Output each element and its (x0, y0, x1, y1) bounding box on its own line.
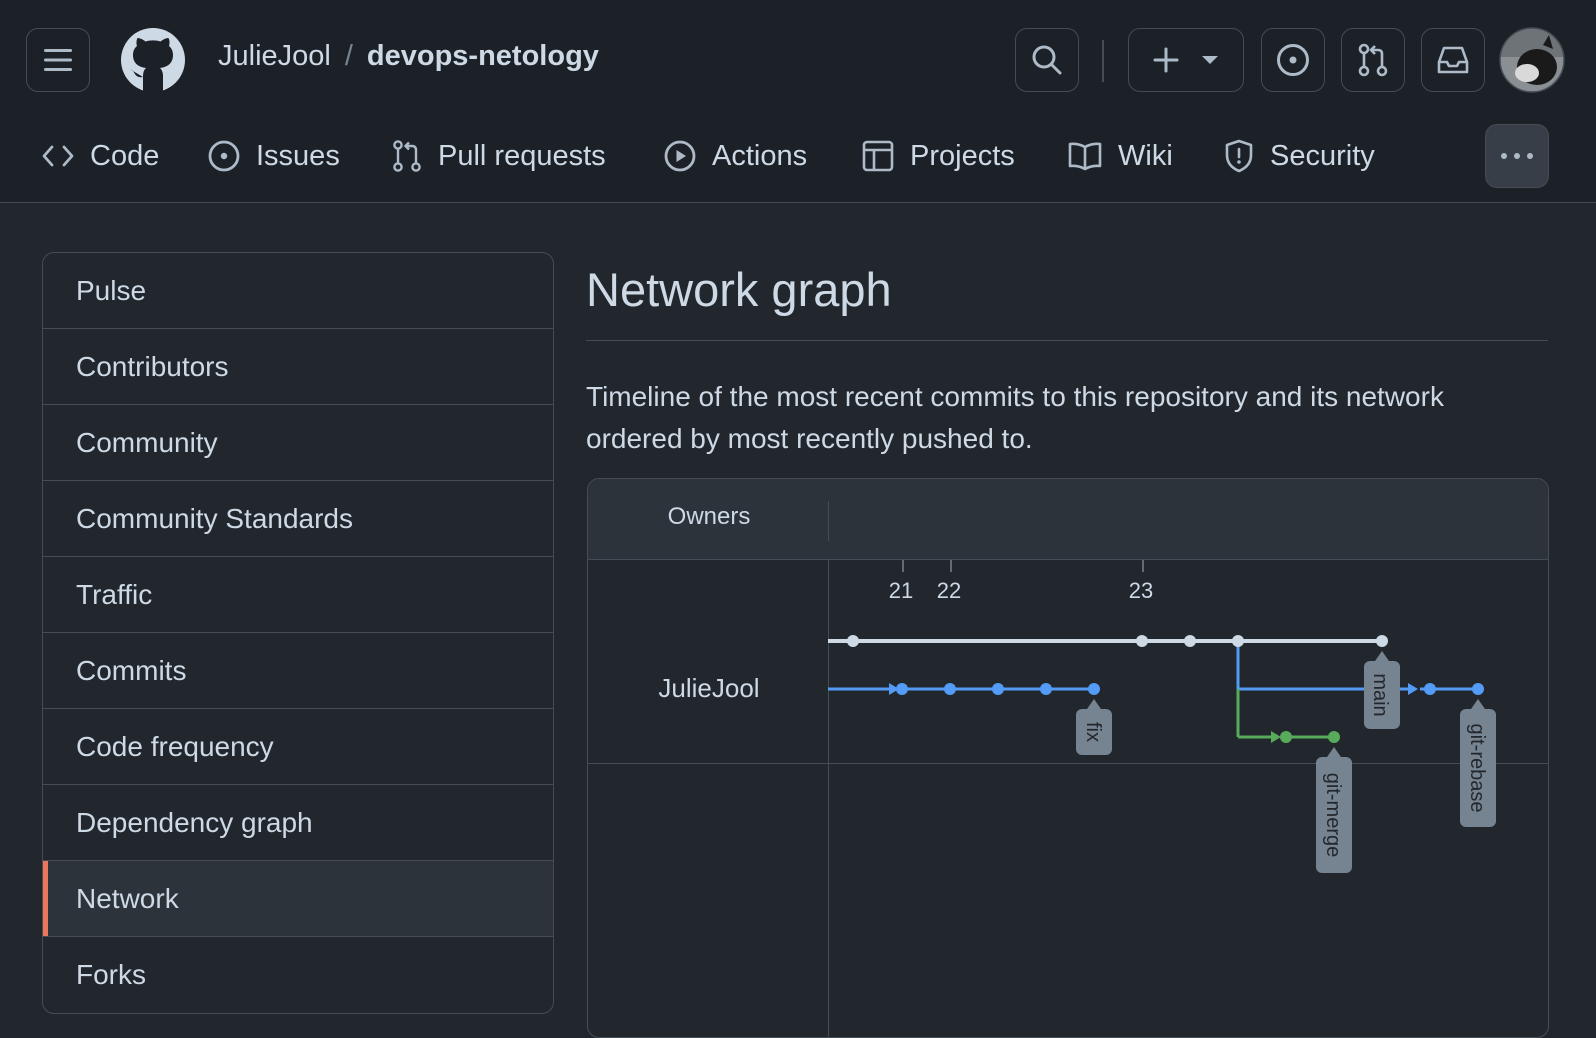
sidebar-item-community[interactable]: Community (43, 405, 553, 481)
date-label: 22 (937, 578, 961, 603)
code-icon (42, 145, 74, 167)
commit-dot[interactable] (1040, 683, 1052, 695)
branch-label-main-text: main (1369, 673, 1391, 716)
owner-link[interactable]: JulieJool (218, 40, 331, 73)
tab-issues-label: Issues (256, 139, 340, 172)
tab-security[interactable]: Security (1224, 132, 1375, 180)
tab-security-label: Security (1270, 139, 1375, 172)
fix-branch-line (828, 683, 1094, 695)
tab-pull-requests[interactable]: Pull requests (392, 132, 606, 180)
commit-dot[interactable] (1280, 731, 1292, 743)
tab-wiki[interactable]: Wiki (1068, 132, 1173, 180)
tab-actions[interactable]: Actions (664, 132, 807, 180)
sidebar-item-community-standards[interactable]: Community Standards (43, 481, 553, 557)
insights-sidebar: Pulse Contributors Community Community S… (42, 252, 554, 1014)
github-logo-icon[interactable] (121, 28, 185, 92)
issue-opened-icon (1277, 44, 1309, 76)
kebab-horizontal-icon (1501, 153, 1533, 159)
commit-dot[interactable] (847, 635, 859, 647)
commit-dot[interactable] (944, 683, 956, 695)
git-pull-request-icon (1358, 43, 1388, 77)
branch-label-fix[interactable]: fix (1076, 699, 1112, 755)
tab-wiki-label: Wiki (1118, 139, 1173, 172)
pull-request-icon (393, 140, 421, 172)
commit-dot[interactable] (1472, 683, 1484, 695)
tab-code[interactable]: Code (42, 132, 159, 180)
inbox-button[interactable] (1421, 28, 1485, 92)
title-divider (586, 340, 1548, 341)
commit-dot[interactable] (1328, 731, 1340, 743)
branch-label-fix-text: fix (1082, 722, 1104, 742)
inbox-icon (1437, 46, 1469, 74)
network-canvas[interactable]: 21 22 23 main fix git-merge git-rebase (588, 479, 1549, 1038)
date-ticks: 21 22 23 (889, 560, 1153, 603)
create-new-button[interactable] (1128, 28, 1244, 92)
commit-dot[interactable] (896, 683, 908, 695)
branch-label-main[interactable]: main (1364, 651, 1400, 729)
sidebar-item-pulse[interactable]: Pulse (43, 253, 553, 329)
commit-dot[interactable] (1232, 635, 1244, 647)
branch-label-git-merge[interactable]: git-merge (1316, 747, 1352, 873)
branch-label-git-rebase[interactable]: git-rebase (1460, 699, 1496, 827)
network-graph: Owners JulieJool 21 22 23 main fix git-m… (587, 478, 1549, 1038)
repo-link[interactable]: devops-netology (367, 40, 599, 73)
tab-actions-label: Actions (712, 139, 808, 172)
issues-button[interactable] (1261, 28, 1325, 92)
caret-down-icon (1202, 56, 1218, 64)
pull-requests-button[interactable] (1341, 28, 1405, 92)
search-icon (1032, 45, 1062, 75)
tab-code-label: Code (90, 139, 160, 172)
breadcrumb: JulieJool / devops-netology (218, 40, 599, 73)
avatar[interactable] (1499, 27, 1565, 93)
issue-icon (208, 140, 240, 172)
table-icon (862, 140, 894, 172)
shield-icon (1225, 139, 1253, 173)
tab-issues[interactable]: Issues (208, 132, 340, 180)
sidebar-item-forks[interactable]: Forks (43, 937, 553, 1013)
tab-projects-label: Projects (910, 139, 1015, 172)
date-label: 21 (889, 578, 913, 603)
header-divider (1102, 40, 1104, 82)
hamburger-icon (44, 49, 72, 71)
commit-dot[interactable] (1136, 635, 1148, 647)
sidebar-item-network[interactable]: Network (43, 861, 553, 937)
branch-label-git-rebase-text: git-rebase (1466, 724, 1488, 813)
breadcrumb-separator: / (344, 40, 353, 72)
sidebar-item-contributors[interactable]: Contributors (43, 329, 553, 405)
app-header: JulieJool / devops-netology Code Issues … (0, 0, 1596, 203)
commit-dot[interactable] (1184, 635, 1196, 647)
sidebar-item-code-frequency[interactable]: Code frequency (43, 709, 553, 785)
sidebar-item-traffic[interactable]: Traffic (43, 557, 553, 633)
date-label: 23 (1129, 578, 1153, 603)
commit-dot[interactable] (1088, 683, 1100, 695)
branch-label-git-merge-text: git-merge (1322, 773, 1344, 857)
search-button[interactable] (1015, 28, 1079, 92)
book-icon (1068, 142, 1102, 171)
menu-button[interactable] (26, 28, 90, 92)
page-description: Timeline of the most recent commits to t… (586, 381, 1444, 454)
page-title: Network graph (586, 263, 892, 316)
commit-dot[interactable] (992, 683, 1004, 695)
plus-icon (1153, 47, 1179, 73)
sidebar-item-dependency-graph[interactable]: Dependency graph (43, 785, 553, 861)
sidebar-item-commits[interactable]: Commits (43, 633, 553, 709)
tab-pull-requests-label: Pull requests (438, 139, 606, 172)
tab-projects[interactable]: Projects (862, 132, 1015, 180)
commit-dot[interactable] (1376, 635, 1388, 647)
play-icon (664, 140, 696, 172)
more-tabs-button[interactable] (1485, 124, 1549, 188)
commit-dot[interactable] (1424, 683, 1436, 695)
git-rebase-branch-line (1236, 641, 1478, 695)
